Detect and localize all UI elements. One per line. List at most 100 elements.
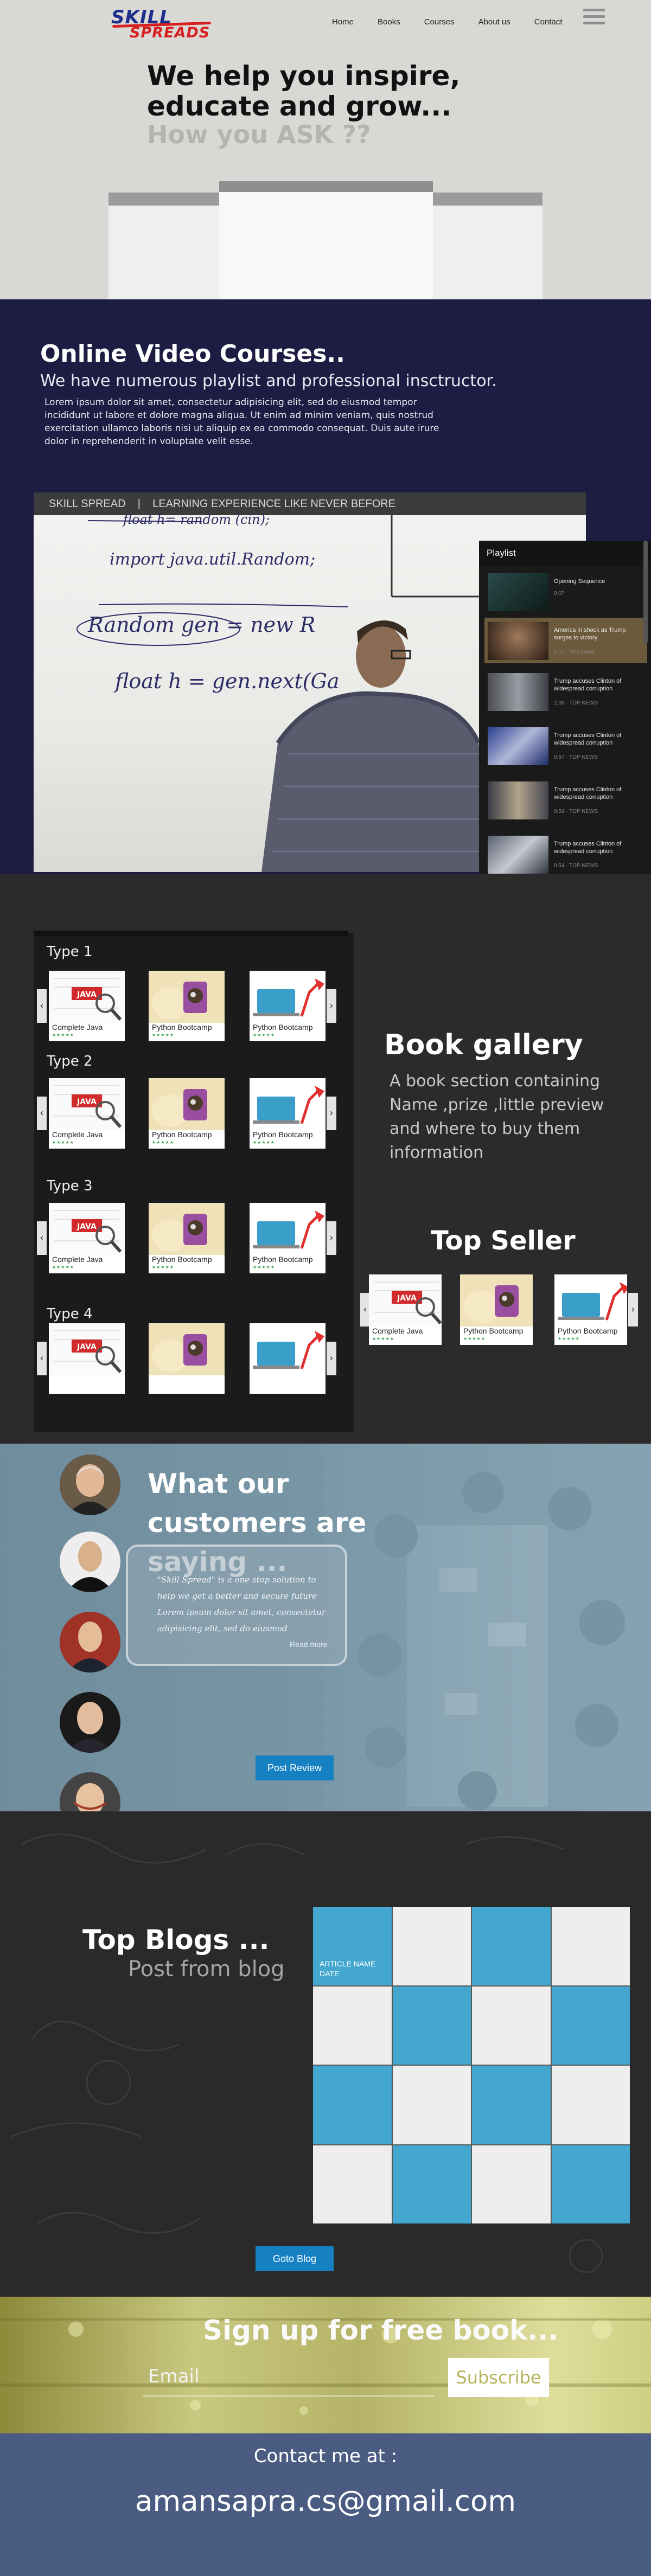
- nav-about-us[interactable]: About us: [478, 17, 510, 27]
- book-card[interactable]: Python Bootcamp ★★★★★: [250, 1203, 326, 1273]
- book-carousel: ‹ JAVA ›: [37, 1323, 336, 1394]
- blog-article-grid: ARTICLE NAME DATE: [313, 1907, 630, 2223]
- playlist-item[interactable]: Trump accuses Clinton of widespread corr…: [484, 831, 647, 877]
- carousel-next-arrow-icon[interactable]: ›: [327, 1221, 336, 1255]
- book-card[interactable]: Python Bootcamp ★★★★★: [149, 1078, 225, 1149]
- blog-article-tile[interactable]: [392, 1986, 471, 2065]
- post-review-button[interactable]: Post Review: [256, 1755, 334, 1780]
- book-rating-stars: ★★★★★: [372, 1336, 394, 1341]
- nav-books[interactable]: Books: [378, 17, 400, 27]
- playlist-item-meta: 0:54 · TOP NEWS: [554, 809, 598, 815]
- contact-email[interactable]: amansapra.cs@gmail.com: [0, 2485, 651, 2518]
- book-type-label: Type 2: [47, 1053, 93, 1069]
- video-thumbnail: [488, 727, 548, 765]
- board-line-2: import java.util.Random;: [110, 550, 316, 569]
- skill-spreads-logo[interactable]: SKILL SPREADS: [111, 7, 214, 42]
- carousel-next-arrow-icon[interactable]: ›: [327, 1097, 336, 1130]
- blog-article-tile[interactable]: [313, 2066, 392, 2144]
- top-seller-book-card[interactable]: Python Bootcamp ★★★★★: [460, 1274, 533, 1345]
- book-card[interactable]: Python Bootcamp ★★★★★: [250, 1078, 326, 1149]
- carousel-next-arrow-icon[interactable]: ›: [327, 989, 336, 1023]
- book-card[interactable]: JAVA: [49, 1323, 125, 1394]
- book-rating-stars: ★★★★★: [253, 1140, 275, 1145]
- courses-title: Online Video Courses..: [40, 340, 345, 368]
- playlist-item[interactable]: Trump accuses Clinton of widespread corr…: [484, 777, 647, 823]
- carousel-prev-arrow-icon[interactable]: ‹: [37, 1221, 47, 1255]
- top-seller-book-card[interactable]: Python Bootcamp ★★★★★: [554, 1274, 627, 1345]
- hero-heading: We help you inspire, educate and grow...: [147, 60, 461, 122]
- hero-subheading: How you ASK ??: [147, 120, 371, 149]
- playlist-item-title: Trump accuses Clinton of widespread corr…: [554, 732, 622, 746]
- blog-article-tile[interactable]: [551, 2145, 630, 2223]
- book-title: Python Bootcamp: [463, 1327, 524, 1335]
- blog-article-tile[interactable]: [472, 1907, 551, 1985]
- java-badge-text: JAVA: [76, 990, 97, 999]
- blog-article-tile[interactable]: [551, 2066, 630, 2144]
- book-rating-stars: ★★★★★: [152, 1140, 174, 1145]
- video-playlist: Playlist Opening Sequence 0:07 America i…: [479, 541, 651, 888]
- customer-avatar-1[interactable]: [60, 1454, 120, 1515]
- top-seller-book-card[interactable]: JAVA Complete Java ★★★★★: [369, 1274, 442, 1345]
- customer-avatar-4[interactable]: [60, 1692, 120, 1753]
- carousel-next-arrow-icon[interactable]: ›: [628, 1293, 638, 1327]
- laptop-lamp-cover-icon: [554, 1274, 627, 1327]
- blog-article-tile[interactable]: [472, 1986, 551, 2065]
- book-gallery-description: A book section containing Name ,prize ,l…: [390, 1072, 604, 1162]
- video-thumbnail: [488, 622, 548, 660]
- blog-article-tile[interactable]: ARTICLE NAME DATE: [313, 1907, 392, 1985]
- customer-avatar-3[interactable]: [60, 1612, 120, 1673]
- book-card[interactable]: JAVA Complete Java ★★★★★: [49, 971, 125, 1041]
- book-card[interactable]: JAVA Complete Java ★★★★★: [49, 1078, 125, 1149]
- read-more-link[interactable]: Read more: [290, 1640, 327, 1649]
- laptop-lamp-cover-icon: [250, 1323, 326, 1375]
- playlist-scrollbar[interactable]: [643, 541, 648, 644]
- playlist-item-active[interactable]: America in shock as Trump surges to vict…: [484, 618, 647, 663]
- customer-avatar-2[interactable]: [60, 1531, 120, 1592]
- playlist-item[interactable]: Trump accuses Clinton of widespread corr…: [484, 723, 647, 768]
- blog-article-tile[interactable]: [313, 1986, 392, 2065]
- playlist-item[interactable]: Opening Sequence 0:07: [484, 569, 647, 614]
- carousel-next-arrow-icon[interactable]: ›: [327, 1342, 336, 1375]
- book-card[interactable]: JAVA Complete Java ★★★★★: [49, 1203, 125, 1273]
- blog-article-tile[interactable]: [392, 2145, 471, 2223]
- top-seller-carousel: ‹ JAVA Complete Java ★★★★★ Python Bootcamp ★★…: [360, 1274, 638, 1345]
- blogs-subtitle: Post from blog: [128, 1957, 285, 1982]
- book-card[interactable]: Python Bootcamp ★★★★★: [149, 1203, 225, 1273]
- java-badge-text: JAVA: [397, 1294, 417, 1303]
- contact-label: Contact me at :: [253, 2445, 398, 2467]
- nav-courses[interactable]: Courses: [424, 17, 455, 27]
- carousel-prev-arrow-icon[interactable]: ‹: [37, 989, 47, 1023]
- carousel-prev-arrow-icon[interactable]: ‹: [37, 1097, 47, 1130]
- blog-article-tile[interactable]: [551, 1986, 630, 2065]
- java-book-cover-icon: JAVA: [49, 1323, 125, 1375]
- blog-article-tile[interactable]: [392, 2066, 471, 2144]
- laptop-lamp-cover-icon: [250, 1078, 326, 1130]
- nav-home[interactable]: Home: [332, 17, 354, 27]
- email-input[interactable]: [143, 2357, 435, 2396]
- playlist-heading: Playlist: [479, 541, 651, 566]
- playlist-item-meta: 1:06 · TOP NEWS: [554, 700, 598, 706]
- blogs-title: Top Blogs ...: [82, 1924, 270, 1956]
- goto-blog-button[interactable]: Goto Blog: [256, 2246, 334, 2271]
- playlist-item-title: America in shock as Trump surges to vict…: [554, 627, 626, 641]
- carousel-prev-arrow-icon[interactable]: ‹: [37, 1342, 47, 1375]
- book-card[interactable]: Python Bootcamp ★★★★★: [250, 971, 326, 1041]
- subscribe-button[interactable]: Subscribe: [448, 2358, 549, 2397]
- java-badge-text: JAVA: [76, 1222, 97, 1231]
- playlist-item[interactable]: Trump accuses Clinton of widespread corr…: [484, 669, 647, 714]
- playlist-item-meta: 0:57 · TOP NEWS: [554, 754, 598, 760]
- video-thumbnail: [488, 836, 548, 874]
- nav-contact[interactable]: Contact: [534, 17, 563, 27]
- book-card[interactable]: [149, 1323, 225, 1394]
- blog-article-tile[interactable]: [551, 1907, 630, 1985]
- book-rating-stars: ★★★★★: [152, 1265, 174, 1270]
- blog-article-tile[interactable]: [472, 2066, 551, 2144]
- book-card[interactable]: [250, 1323, 326, 1394]
- book-card[interactable]: Python Bootcamp ★★★★★: [149, 971, 225, 1041]
- blog-article-tile[interactable]: [313, 2145, 392, 2223]
- video-thumbnail: [488, 781, 548, 819]
- blog-article-tile[interactable]: [472, 2145, 551, 2223]
- blog-article-tile[interactable]: [392, 1907, 471, 1985]
- java-book-cover-icon: JAVA: [49, 971, 125, 1023]
- hamburger-menu-icon[interactable]: [583, 8, 605, 26]
